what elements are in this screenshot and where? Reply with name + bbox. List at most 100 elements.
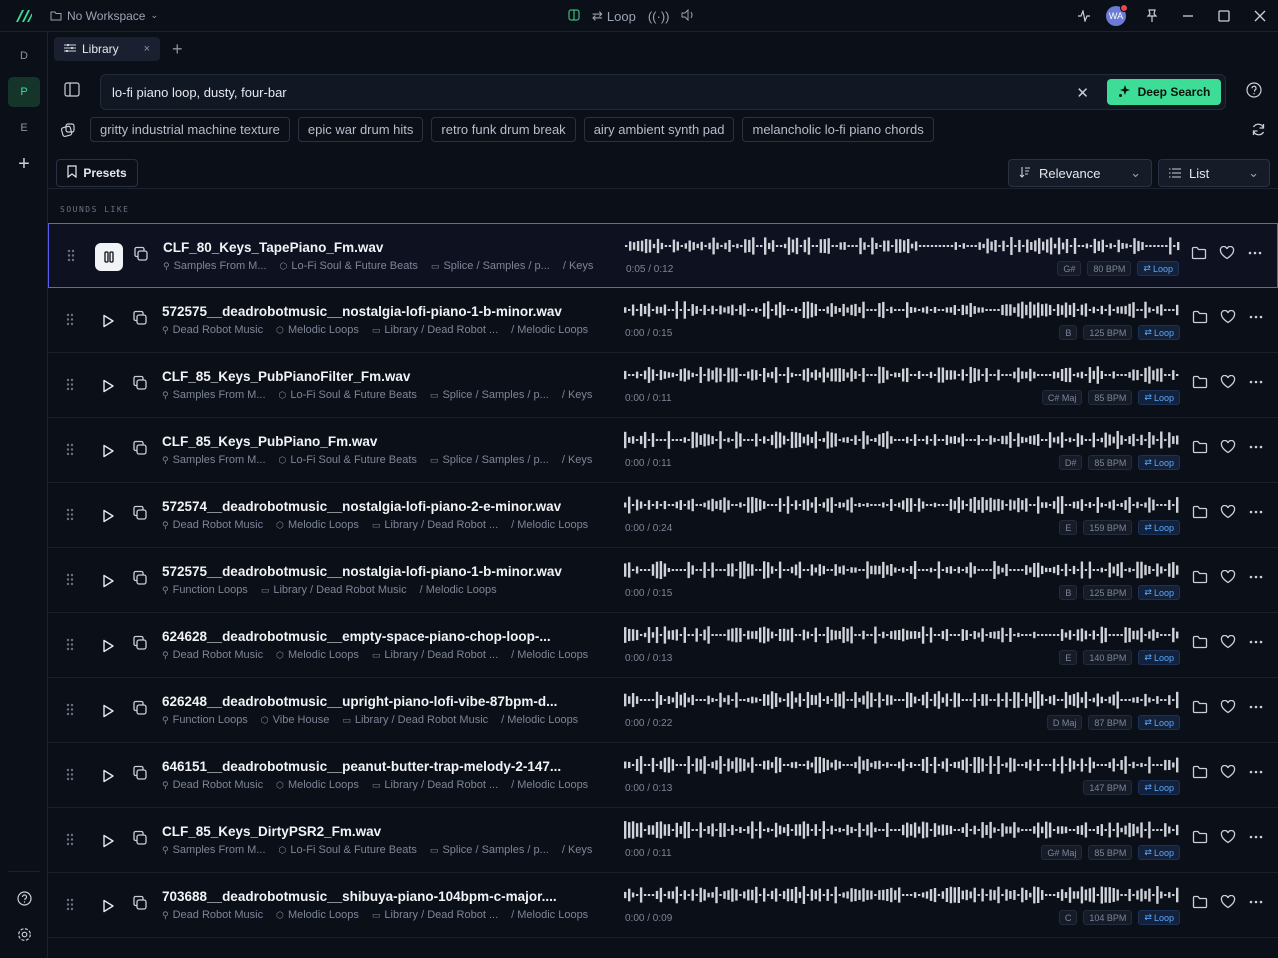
drag-handle-icon[interactable] xyxy=(66,768,74,786)
meta-item[interactable]: ⬡ Vibe House xyxy=(261,714,330,726)
favorite-heart-icon[interactable] xyxy=(1220,894,1236,914)
folder-icon[interactable] xyxy=(1192,440,1208,459)
copy-icon[interactable] xyxy=(132,310,148,331)
more-options-icon[interactable] xyxy=(1248,895,1264,914)
sample-name[interactable]: CLF_80_Keys_TapePiano_Fm.wav xyxy=(163,240,618,255)
meta-item[interactable]: ⚲ Samples From M... xyxy=(163,260,267,272)
drag-handle-icon[interactable] xyxy=(66,638,74,656)
workspace-selector[interactable]: No Workspace ⌄ xyxy=(50,9,158,23)
drag-handle-icon[interactable] xyxy=(66,443,74,461)
meta-item[interactable]: ⬡ Melodic Loops xyxy=(276,324,359,336)
more-options-icon[interactable] xyxy=(1248,765,1264,784)
meta-item[interactable]: ⚲ Dead Robot Music xyxy=(162,909,263,921)
meta-item[interactable]: ▭ Library / Dead Robot ... xyxy=(372,324,498,336)
activity-icon[interactable] xyxy=(1070,0,1098,32)
waveform[interactable] xyxy=(624,365,1180,385)
pause-button[interactable] xyxy=(95,243,123,271)
play-button[interactable] xyxy=(94,307,122,335)
folder-icon[interactable] xyxy=(1192,765,1208,784)
view-select[interactable]: List ⌄ xyxy=(1158,159,1270,187)
meta-item[interactable]: / Keys xyxy=(562,454,593,466)
copy-icon[interactable] xyxy=(132,505,148,526)
table-row[interactable]: CLF_80_Keys_TapePiano_Fm.wav ⚲ Samples Fr… xyxy=(48,223,1278,288)
meta-item[interactable]: ⬡ Lo-Fi Soul & Future Beats xyxy=(279,844,417,856)
meta-item[interactable]: / Melodic Loops xyxy=(511,779,588,791)
folder-icon[interactable] xyxy=(1192,310,1208,329)
copy-icon[interactable] xyxy=(132,570,148,591)
table-row[interactable]: CLF_85_Keys_DirtyPSR2_Fm.wav ⚲ Samples Fr… xyxy=(48,808,1278,873)
maximize-icon[interactable] xyxy=(1206,0,1242,32)
copy-icon[interactable] xyxy=(132,440,148,461)
waveform[interactable] xyxy=(624,885,1180,905)
meta-item[interactable]: ⚲ Dead Robot Music xyxy=(162,519,263,531)
drag-handle-icon[interactable] xyxy=(66,833,74,851)
meta-item[interactable]: ⚲ Function Loops xyxy=(162,584,248,596)
play-button[interactable] xyxy=(94,827,122,855)
suggestion-chip[interactable]: airy ambient synth pad xyxy=(583,117,735,142)
meta-item[interactable]: ▭ Library / Dead Robot Music xyxy=(261,584,407,596)
drag-handle-icon[interactable] xyxy=(66,703,74,721)
table-row[interactable]: 572575__deadrobotmusic__nostalgia-lofi-p… xyxy=(48,288,1278,353)
favorite-heart-icon[interactable] xyxy=(1220,504,1236,524)
waveform[interactable] xyxy=(624,495,1180,515)
meta-item[interactable]: / Keys xyxy=(562,844,593,856)
drag-handle-icon[interactable] xyxy=(66,378,74,396)
meta-item[interactable]: ▭ Splice / Samples / p... xyxy=(430,389,549,401)
copy-icon[interactable] xyxy=(132,375,148,396)
close-window-icon[interactable] xyxy=(1242,0,1278,32)
more-options-icon[interactable] xyxy=(1248,505,1264,524)
presets-button[interactable]: Presets xyxy=(56,159,138,187)
sample-name[interactable]: 624628__deadrobotmusic__empty-space-pian… xyxy=(162,629,617,644)
tab-close-icon[interactable]: × xyxy=(144,43,150,55)
play-button[interactable] xyxy=(94,372,122,400)
clear-search-icon[interactable]: ✕ xyxy=(1076,84,1089,102)
copy-icon[interactable] xyxy=(132,830,148,851)
table-row[interactable]: 703688__deadrobotmusic__shibuya-piano-10… xyxy=(48,873,1278,938)
minimize-icon[interactable] xyxy=(1170,0,1206,32)
rail-item-p[interactable]: P xyxy=(8,77,40,107)
favorite-heart-icon[interactable] xyxy=(1220,829,1236,849)
more-options-icon[interactable] xyxy=(1248,830,1264,849)
waveform[interactable] xyxy=(625,236,1181,256)
app-logo-icon[interactable] xyxy=(12,4,36,28)
drag-handle-icon[interactable] xyxy=(66,313,74,331)
volume-icon[interactable] xyxy=(681,8,695,24)
sample-name[interactable]: CLF_85_Keys_PubPianoFilter_Fm.wav xyxy=(162,369,617,384)
meta-item[interactable]: ▭ Splice / Samples / p... xyxy=(430,454,549,466)
meta-item[interactable]: / Keys xyxy=(563,260,594,272)
play-button[interactable] xyxy=(94,762,122,790)
meta-item[interactable]: ⬡ Melodic Loops xyxy=(276,519,359,531)
meta-item[interactable]: ⬡ Melodic Loops xyxy=(276,779,359,791)
more-options-icon[interactable] xyxy=(1248,570,1264,589)
drag-handle-icon[interactable] xyxy=(67,249,75,267)
folder-icon[interactable] xyxy=(1192,830,1208,849)
more-options-icon[interactable] xyxy=(1248,635,1264,654)
rail-item-e[interactable]: E xyxy=(8,113,40,143)
deep-search-button[interactable]: Deep Search xyxy=(1107,79,1221,105)
meta-item[interactable]: ⚲ Dead Robot Music xyxy=(162,779,263,791)
play-button[interactable] xyxy=(94,567,122,595)
tab-library[interactable]: Library × xyxy=(54,37,160,61)
sample-name[interactable]: 646151__deadrobotmusic__peanut-butter-tr… xyxy=(162,759,617,774)
meta-item[interactable]: ▭ Library / Dead Robot ... xyxy=(372,909,498,921)
rail-item-d[interactable]: D xyxy=(8,41,40,71)
drag-handle-icon[interactable] xyxy=(66,573,74,591)
meta-item[interactable]: ⬡ Melodic Loops xyxy=(276,649,359,661)
new-tab-icon[interactable]: + xyxy=(172,39,183,60)
table-row[interactable]: 572575__deadrobotmusic__nostalgia-lofi-p… xyxy=(48,548,1278,613)
meta-item[interactable]: ▭ Library / Dead Robot Music xyxy=(342,714,488,726)
more-options-icon[interactable] xyxy=(1247,246,1263,265)
favorite-heart-icon[interactable] xyxy=(1220,569,1236,589)
folder-icon[interactable] xyxy=(1191,246,1207,265)
play-button[interactable] xyxy=(94,697,122,725)
loop-toggle[interactable]: ⇄ Loop xyxy=(592,8,636,24)
folder-icon[interactable] xyxy=(1192,505,1208,524)
table-row[interactable]: 572574__deadrobotmusic__nostalgia-lofi-p… xyxy=(48,483,1278,548)
pin-icon[interactable] xyxy=(1134,0,1170,32)
favorite-heart-icon[interactable] xyxy=(1220,309,1236,329)
suggestion-chip[interactable]: epic war drum hits xyxy=(297,117,424,142)
copy-icon[interactable] xyxy=(133,246,149,267)
play-button[interactable] xyxy=(94,892,122,920)
meta-item[interactable]: ⬡ Lo-Fi Soul & Future Beats xyxy=(280,260,418,272)
search-input[interactable]: lo-fi piano loop, dusty, four-bar ✕ Deep… xyxy=(100,74,1226,110)
